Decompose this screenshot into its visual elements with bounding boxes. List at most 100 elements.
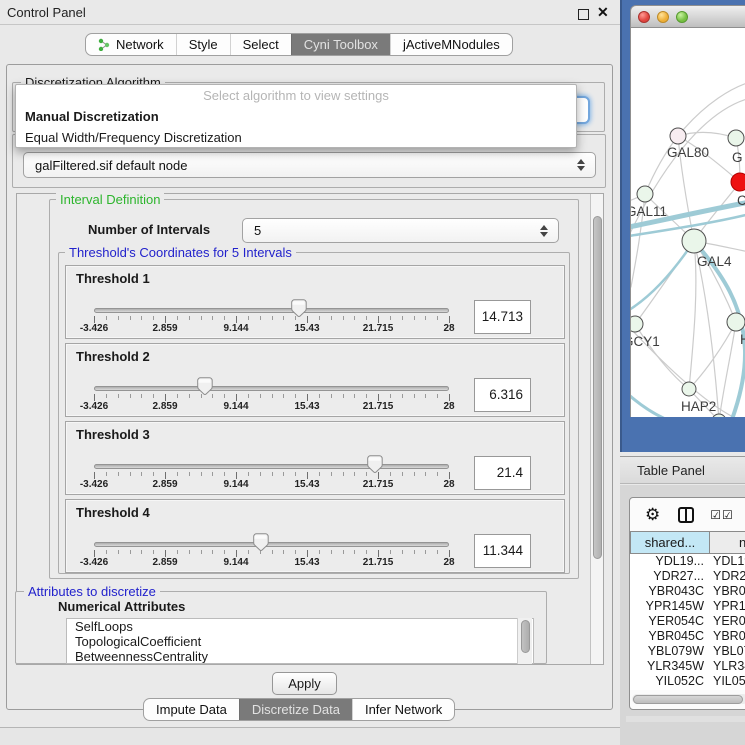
slider-tick [295, 472, 296, 476]
numerical-attributes-label: Numerical Attributes [58, 599, 185, 614]
table-rows: YDL19...YDL19YDR27...YDR27YBR043CYBR043C… [630, 554, 745, 690]
table-row[interactable]: YDR27...YDR27 [630, 569, 745, 584]
slider-track[interactable] [94, 386, 449, 391]
name-cell[interactable]: YIL052C [709, 674, 745, 689]
network-node[interactable] [728, 130, 744, 146]
table-row[interactable]: YBR045CYBR045C [630, 629, 745, 644]
name-cell[interactable]: YDL19 [709, 554, 745, 569]
name-cell[interactable]: YDR27 [709, 569, 745, 584]
shared-name-cell[interactable]: YBR045C [630, 629, 709, 644]
table-row[interactable]: YBL079WYBL079W [630, 644, 745, 659]
name-cell[interactable]: YBR043C [709, 584, 745, 599]
network-view-background: GAL80GCGAL11GAL4GCY1HHAP2 [620, 0, 745, 452]
tab-select[interactable]: Select [230, 34, 291, 55]
column-header-shared-name[interactable]: shared... [630, 531, 709, 554]
network-node[interactable] [631, 316, 643, 332]
close-icon[interactable]: ✕ [597, 4, 609, 21]
shared-name-cell[interactable]: YIL052C [630, 674, 709, 689]
zoom-traffic-light-icon[interactable] [676, 11, 688, 23]
minimize-traffic-light-icon[interactable] [657, 11, 669, 23]
settings-scrollbar-thumb[interactable] [593, 216, 602, 559]
attribute-list-item[interactable]: BetweennessCentrality [67, 649, 533, 664]
slider-tick [390, 472, 391, 476]
horizontal-scrollbar[interactable] [632, 694, 745, 704]
slider-track[interactable] [94, 542, 449, 547]
num-intervals-combobox[interactable]: 5 [242, 218, 559, 243]
shared-name-cell[interactable]: YDR27... [630, 569, 709, 584]
float-window-icon[interactable] [578, 9, 589, 20]
slider-tick-label: 21.715 [363, 557, 394, 568]
network-node[interactable] [731, 173, 745, 191]
slider-tick-label: 28 [443, 323, 454, 334]
algorithm-option[interactable]: Manual Discretization [16, 106, 576, 127]
name-cell[interactable]: YLR345W [709, 659, 745, 674]
slider-tick [319, 550, 320, 554]
gear-icon[interactable]: ⚙ [645, 506, 660, 523]
close-traffic-light-icon[interactable] [638, 11, 650, 23]
network-node[interactable] [682, 229, 706, 253]
shared-name-cell[interactable]: YDL19... [630, 554, 709, 569]
slider-tick [437, 550, 438, 554]
name-cell[interactable]: YBL079W [709, 644, 745, 659]
numerical-attributes-list[interactable]: SelfLoopsTopologicalCoefficientBetweenne… [66, 618, 534, 664]
tab-network[interactable]: Network [86, 34, 176, 55]
split-columns-icon[interactable] [678, 507, 694, 523]
threshold-value-field[interactable]: 6.316 [474, 378, 531, 412]
algorithm-option[interactable]: Equal Width/Frequency Discretization [16, 127, 576, 148]
shared-name-cell[interactable]: YLR345W [630, 659, 709, 674]
table-data-combobox[interactable]: galFiltered.sif default node [23, 152, 596, 178]
slider-thumb[interactable] [366, 455, 383, 477]
settings-scrollbar[interactable] [590, 194, 603, 664]
slider-track[interactable] [94, 308, 449, 313]
threshold-value-field[interactable]: 14.713 [474, 300, 531, 334]
attributes-scrollbar[interactable] [517, 618, 532, 664]
name-cell[interactable]: YER054C [709, 614, 745, 629]
slider-tick [319, 316, 320, 320]
network-canvas[interactable]: GAL80GCGAL11GAL4GCY1HHAP2 [630, 28, 745, 417]
threshold-value-field[interactable]: 21.4 [474, 456, 531, 490]
attribute-list-item[interactable]: SelfLoops [67, 619, 533, 634]
table-row[interactable]: YLR345WYLR345W [630, 659, 745, 674]
select-columns-icon[interactable]: ☑☑ [710, 508, 734, 522]
shared-name-cell[interactable]: YBR043C [630, 584, 709, 599]
network-node[interactable] [682, 382, 696, 396]
network-window-titlebar[interactable] [630, 5, 745, 28]
slider-tick-label: 2.859 [152, 479, 177, 490]
table-row[interactable]: YIL052CYIL052C [630, 674, 745, 689]
network-node[interactable] [712, 414, 726, 417]
horizontal-scrollbar-thumb[interactable] [633, 695, 743, 704]
tab-style[interactable]: Style [176, 34, 230, 55]
network-node[interactable] [670, 128, 686, 144]
threshold-title: Threshold 1 [76, 271, 150, 286]
slider-track[interactable] [94, 464, 449, 469]
threshold-value-field[interactable]: 11.344 [474, 534, 531, 568]
shared-name-cell[interactable]: YPR145W [630, 599, 709, 614]
attributes-scrollbar-thumb[interactable] [521, 620, 530, 653]
table-panel-header[interactable]: Table Panel [620, 456, 745, 484]
network-node[interactable] [637, 186, 653, 202]
algorithm-placeholder-option[interactable]: Select algorithm to view settings [16, 85, 576, 106]
table-row[interactable]: YPR145WYPR145W [630, 599, 745, 614]
table-row[interactable]: YER054CYER054C [630, 614, 745, 629]
name-cell[interactable]: YPR145W [709, 599, 745, 614]
attribute-list-item[interactable]: TopologicalCoefficient [67, 634, 533, 649]
slider-thumb[interactable] [252, 533, 269, 555]
tab-discretize-data[interactable]: Discretize Data [239, 699, 352, 720]
apply-button[interactable]: Apply [272, 672, 337, 695]
slider-thumb[interactable] [290, 299, 307, 321]
name-cell[interactable]: YBR045C [709, 629, 745, 644]
network-node[interactable] [727, 313, 745, 331]
tab-cyni-toolbox[interactable]: Cyni Toolbox [291, 34, 390, 55]
slider-tick [331, 394, 332, 398]
slider-tick [141, 472, 142, 476]
table-row[interactable]: YDL19...YDL19 [630, 554, 745, 569]
tab-infer-network[interactable]: Infer Network [352, 699, 454, 720]
shared-name-cell[interactable]: YBL079W [630, 644, 709, 659]
table-row[interactable]: YBR043CYBR043C [630, 584, 745, 599]
tab-impute-data[interactable]: Impute Data [144, 699, 239, 720]
shared-name-cell[interactable]: YER054C [630, 614, 709, 629]
slider-thumb[interactable] [196, 377, 213, 399]
tab-jactivemnodules[interactable]: jActiveMNodules [390, 34, 512, 55]
column-header-name[interactable]: name [709, 531, 745, 554]
slider-tick [141, 316, 142, 320]
